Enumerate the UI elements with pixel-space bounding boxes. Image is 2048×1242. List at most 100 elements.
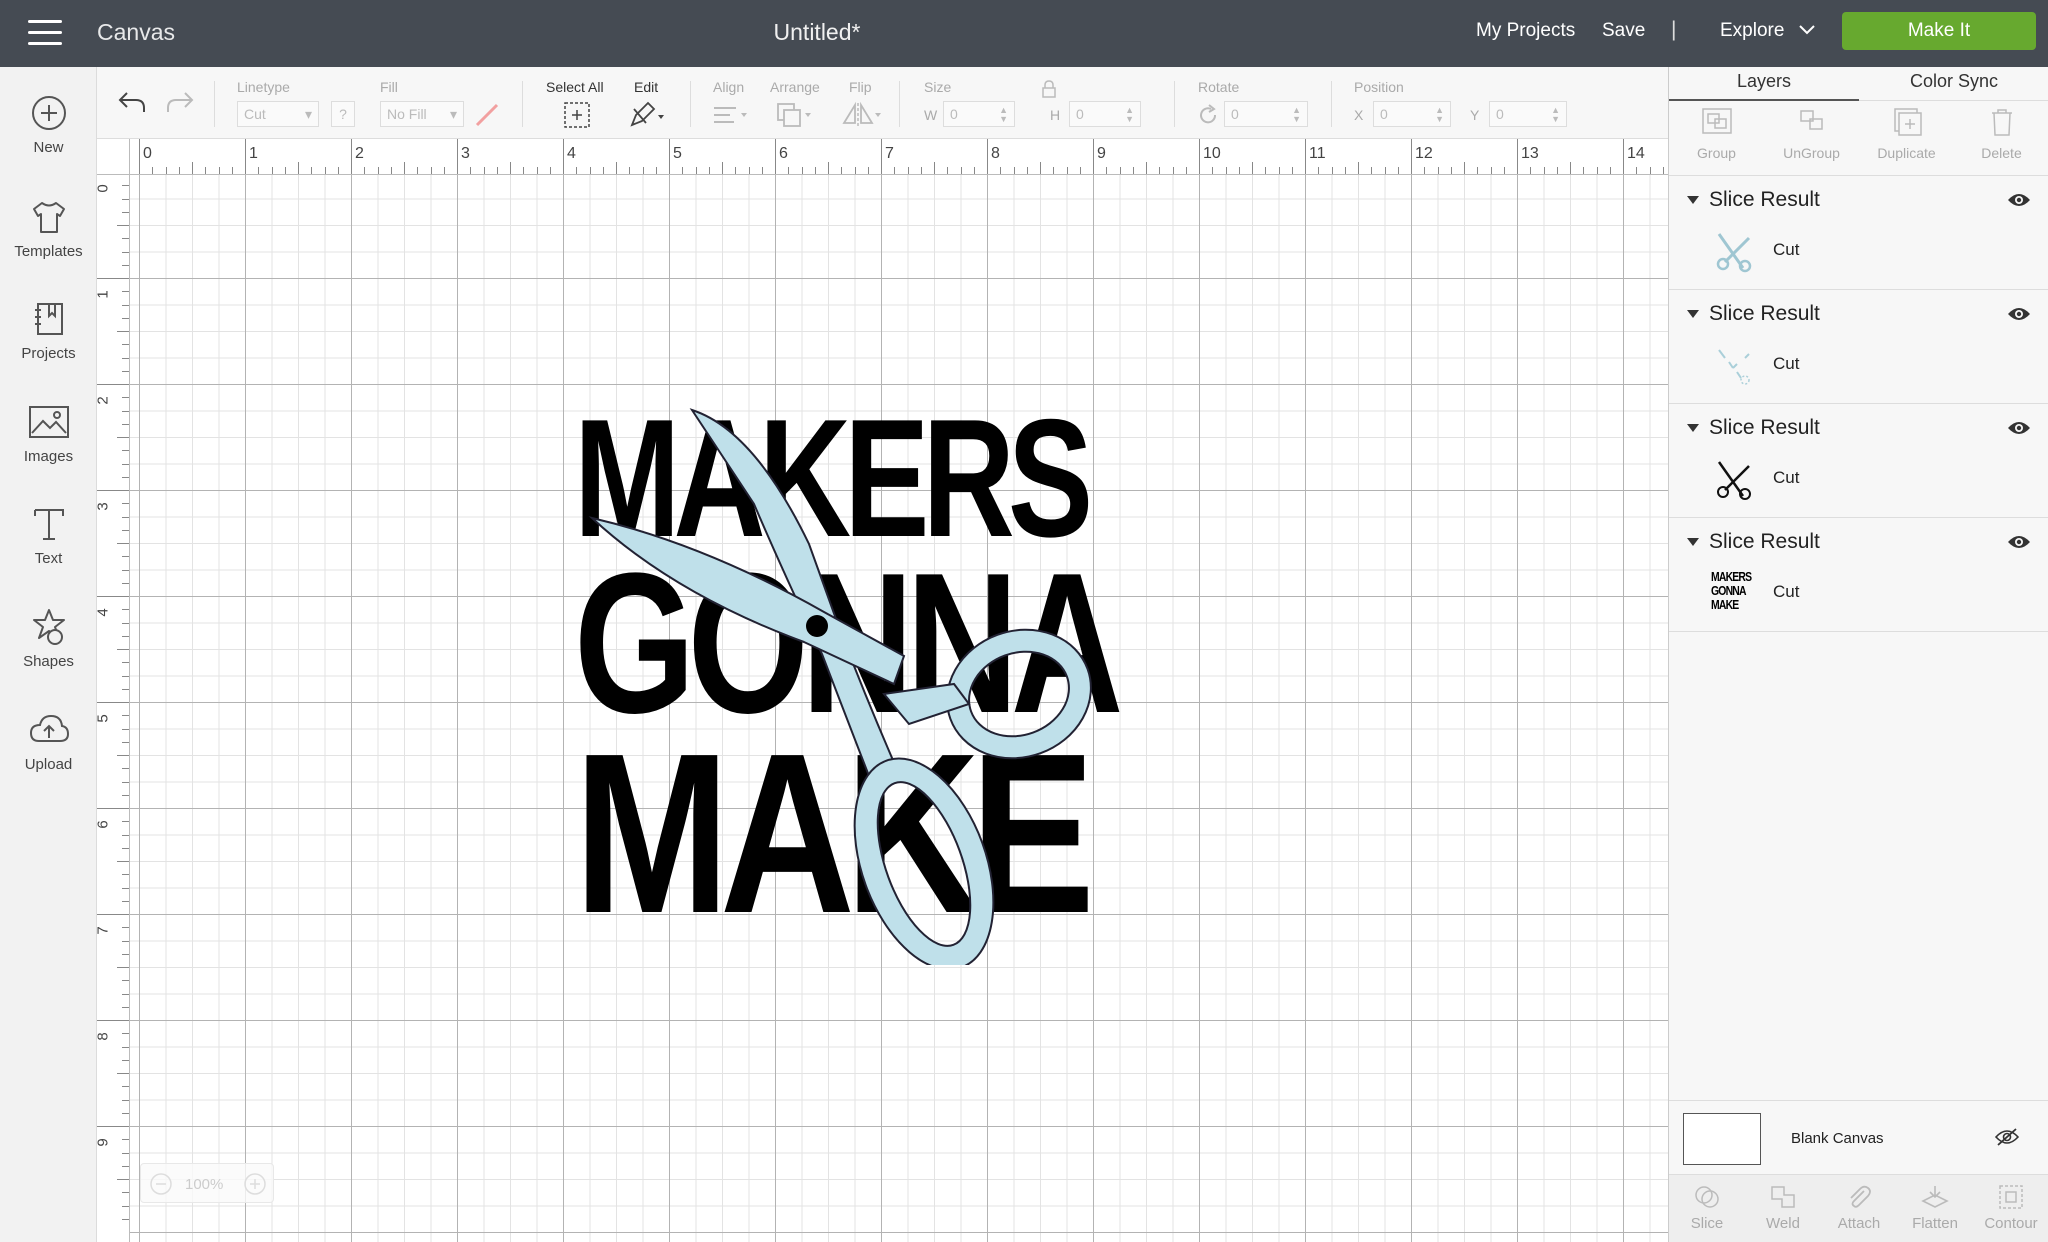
makers-gonna-make-design[interactable]: MAKERS GONNA MAKE xyxy=(574,394,1123,965)
ruler-tick xyxy=(735,167,737,174)
ruler-tick xyxy=(1238,167,1240,174)
fill-color-swatch-icon[interactable] xyxy=(475,103,499,127)
ruler-tick xyxy=(987,139,988,174)
ruler-tick xyxy=(258,167,260,174)
flip-icon[interactable] xyxy=(841,101,885,129)
linetype-select[interactable]: Cut ▾ xyxy=(237,101,319,127)
ungroup-button[interactable]: UnGroup xyxy=(1764,107,1859,161)
ruler-tick-label: 3 xyxy=(97,502,112,510)
ruler-tick xyxy=(1411,139,1412,174)
ruler-tick xyxy=(1450,167,1452,174)
ruler-tick xyxy=(1119,167,1121,174)
layers-panel: Layers Color Sync Group UnGroup Duplicat… xyxy=(1668,67,2048,1242)
make-it-button[interactable]: Make It xyxy=(1842,12,2036,50)
lock-icon[interactable] xyxy=(1041,79,1057,99)
sidebar-item-label: Text xyxy=(34,550,63,567)
ruler-tick xyxy=(122,993,129,995)
redo-icon[interactable] xyxy=(165,89,195,115)
ruler-tick xyxy=(337,167,339,174)
ruler-tick xyxy=(1159,167,1161,174)
delete-button[interactable]: Delete xyxy=(1954,107,2048,161)
arrange-icon[interactable] xyxy=(775,101,815,129)
duplicate-button[interactable]: Duplicate xyxy=(1859,107,1954,161)
ruler-tick xyxy=(122,635,129,637)
eye-hidden-icon[interactable] xyxy=(1995,1127,2019,1147)
ruler-left: 0 1 2 3 4 5 6 7 8 9 xyxy=(97,175,130,1242)
layer-item[interactable]: Slice Result Cut xyxy=(1669,290,2048,404)
ruler-tick xyxy=(152,167,154,174)
layer-item[interactable]: Slice Result MAKERS GONNA MAKE Cut xyxy=(1669,518,2048,632)
y-position-input[interactable]: 0 ▲ ▼ xyxy=(1489,101,1567,127)
tab-color-sync[interactable]: Color Sync xyxy=(1859,67,2048,101)
blank-canvas-row[interactable]: Blank Canvas xyxy=(1669,1100,2048,1174)
weld-button[interactable]: Weld xyxy=(1745,1183,1821,1232)
fill-select[interactable]: No Fill ▾ xyxy=(380,101,464,127)
collapse-caret-icon[interactable] xyxy=(1687,310,1699,318)
align-icon[interactable] xyxy=(711,103,751,127)
height-input[interactable]: 0 ▲ ▼ xyxy=(1069,101,1141,127)
rotate-input[interactable]: 0 ▲ ▼ xyxy=(1224,101,1308,127)
layer-title: Slice Result xyxy=(1709,416,1820,439)
ruler-tick xyxy=(178,167,180,174)
edit-pencil-icon[interactable] xyxy=(628,101,668,129)
ruler-tick xyxy=(390,167,392,174)
sidebar-item-upload[interactable]: Upload xyxy=(0,710,97,773)
layer-item[interactable]: Slice Result Cut xyxy=(1669,176,2048,290)
slice-button[interactable]: Slice xyxy=(1669,1183,1745,1232)
sidebar-item-new[interactable]: New xyxy=(0,93,97,156)
ruler-tick xyxy=(1490,167,1492,174)
undo-icon[interactable] xyxy=(117,89,147,115)
x-value: 0 xyxy=(1380,106,1388,122)
sidebar-item-templates[interactable]: Templates xyxy=(0,197,97,260)
eye-icon[interactable] xyxy=(2007,306,2031,322)
ruler-tick xyxy=(417,167,419,174)
ruler-tick xyxy=(881,139,882,174)
ruler-tick xyxy=(973,167,975,174)
ruler-tick xyxy=(775,139,776,174)
ruler-tick xyxy=(1662,167,1664,174)
linetype-label: Linetype xyxy=(237,79,290,95)
ruler-tick xyxy=(549,167,551,174)
x-position-input[interactable]: 0 ▲ ▼ xyxy=(1373,101,1451,127)
collapse-caret-icon[interactable] xyxy=(1687,538,1699,546)
ruler-tick xyxy=(117,1073,129,1074)
tab-layers[interactable]: Layers xyxy=(1669,67,1859,101)
ruler-tick xyxy=(655,167,657,174)
design-canvas[interactable]: MAKERS GONNA MAKE xyxy=(130,175,1668,1242)
document-title[interactable]: Untitled* xyxy=(0,19,1634,46)
width-value: 0 xyxy=(950,106,958,122)
zoom-out-icon[interactable] xyxy=(149,1172,173,1196)
select-all-icon[interactable] xyxy=(563,101,591,129)
group-button[interactable]: Group xyxy=(1669,107,1764,161)
width-input[interactable]: 0 ▲ ▼ xyxy=(943,101,1015,127)
ruler-tick xyxy=(1477,167,1479,174)
collapse-caret-icon[interactable] xyxy=(1687,424,1699,432)
sidebar-item-shapes[interactable]: Shapes xyxy=(0,607,97,670)
ruler-tick xyxy=(1570,162,1571,174)
layer-item[interactable]: Slice Result Cut xyxy=(1669,404,2048,518)
ruler-tick xyxy=(122,1139,129,1141)
ruler-tick xyxy=(443,167,445,174)
contour-button[interactable]: Contour xyxy=(1973,1183,2048,1232)
eye-icon[interactable] xyxy=(2007,420,2031,436)
chevron-down-icon[interactable] xyxy=(1798,20,1816,38)
explore-menu[interactable]: Explore xyxy=(1720,20,1784,42)
eye-icon[interactable] xyxy=(2007,192,2031,208)
eye-icon[interactable] xyxy=(2007,534,2031,550)
zoom-in-icon[interactable] xyxy=(243,1172,267,1196)
collapse-caret-icon[interactable] xyxy=(1687,196,1699,204)
canvas-color-swatch[interactable] xyxy=(1683,1113,1761,1165)
sidebar-item-projects[interactable]: Projects xyxy=(0,299,97,362)
ruler-tick xyxy=(97,278,129,279)
ruler-tick xyxy=(122,317,129,319)
my-projects-link[interactable]: My Projects xyxy=(1476,20,1575,42)
flatten-button[interactable]: Flatten xyxy=(1897,1183,1973,1232)
ruler-tick xyxy=(1397,167,1399,174)
help-button[interactable]: ? xyxy=(331,101,355,127)
ruler-tick xyxy=(117,543,129,544)
attach-button[interactable]: Attach xyxy=(1821,1183,1897,1232)
save-link[interactable]: Save xyxy=(1602,20,1645,42)
sidebar-item-images[interactable]: Images xyxy=(0,402,97,465)
position-label: Position xyxy=(1354,79,1404,95)
sidebar-item-text[interactable]: Text xyxy=(0,504,97,567)
